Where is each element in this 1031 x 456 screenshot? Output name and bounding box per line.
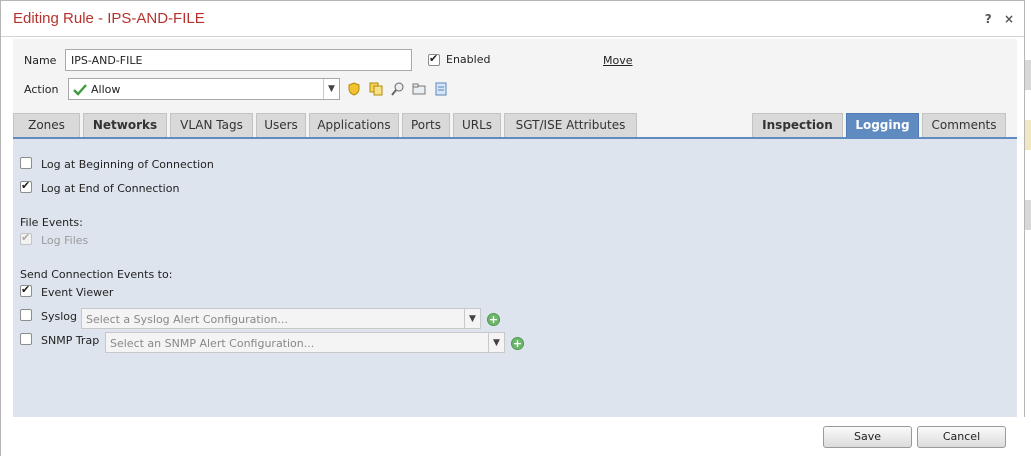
tab-users[interactable]: Users xyxy=(256,113,306,137)
titlebar-icons: ? × xyxy=(977,12,1014,26)
chevron-down-icon: ▼ xyxy=(323,79,339,99)
tab-comments[interactable]: Comments xyxy=(922,113,1006,137)
action-select[interactable]: Allow ▼ xyxy=(68,78,340,100)
action-icon-group xyxy=(347,81,452,96)
chevron-down-icon: ▼ xyxy=(488,333,504,352)
move-link[interactable]: Move xyxy=(603,54,633,67)
file-events-heading: File Events: xyxy=(20,216,83,229)
tab-inspection[interactable]: Inspection xyxy=(752,113,843,137)
dialog-titlebar: Editing Rule - IPS-AND-FILE ? × xyxy=(1,1,1024,37)
chevron-down-icon: ▼ xyxy=(464,309,480,328)
check-icon xyxy=(73,84,87,96)
log-files-label: Log Files xyxy=(41,234,89,247)
snmp-checkbox[interactable] xyxy=(20,333,32,345)
tab-urls[interactable]: URLs xyxy=(453,113,501,137)
log-begin-label: Log at Beginning of Connection xyxy=(41,158,214,171)
tab-ports[interactable]: Ports xyxy=(402,113,450,137)
tab-networks[interactable]: Networks xyxy=(83,113,167,137)
add-syslog-icon[interactable]: + xyxy=(487,313,500,326)
action-label: Action xyxy=(24,83,59,96)
syslog-label: Syslog xyxy=(41,310,77,323)
event-viewer-checkbox[interactable] xyxy=(20,283,32,297)
dialog-footer: Save Cancel xyxy=(1,417,1026,456)
close-icon[interactable]: × xyxy=(1004,12,1014,26)
cancel-button[interactable]: Cancel xyxy=(917,426,1006,448)
name-input[interactable] xyxy=(65,49,412,71)
name-label: Name xyxy=(24,54,57,67)
log-files-checkbox[interactable] xyxy=(20,231,32,245)
save-button[interactable]: Save xyxy=(823,426,912,448)
logging-panel: Log at Beginning of Connection Log at En… xyxy=(13,137,1017,417)
action-value: Allow xyxy=(91,83,121,96)
enabled-checkbox[interactable] xyxy=(428,52,440,66)
log-end-label: Log at End of Connection xyxy=(41,182,180,195)
folder-icon[interactable] xyxy=(412,82,426,96)
enabled-label: Enabled xyxy=(446,53,491,66)
dialog-title: Editing Rule - IPS-AND-FILE xyxy=(13,10,205,27)
snmp-label: SNMP Trap xyxy=(41,334,100,347)
search-icon[interactable] xyxy=(390,82,405,96)
log-begin-checkbox[interactable] xyxy=(20,157,32,169)
syslog-select[interactable]: Select a Syslog Alert Configuration... ▼ xyxy=(81,308,481,329)
tab-sgt-ise-attributes[interactable]: SGT/ISE Attributes xyxy=(504,113,637,137)
copy-icon[interactable] xyxy=(369,82,383,96)
edit-rule-dialog: Editing Rule - IPS-AND-FILE ? × Name Ena… xyxy=(0,0,1026,456)
tab-logging[interactable]: Logging xyxy=(846,113,919,137)
tab-zones[interactable]: Zones xyxy=(13,113,80,137)
tab-applications[interactable]: Applications xyxy=(309,113,399,137)
rule-tabs: Zones Networks VLAN Tags Users Applicati… xyxy=(13,113,1017,138)
snmp-placeholder: Select an SNMP Alert Configuration... xyxy=(110,337,315,350)
shield-icon[interactable] xyxy=(347,81,361,96)
tab-vlan-tags[interactable]: VLAN Tags xyxy=(170,113,253,137)
syslog-checkbox[interactable] xyxy=(20,309,32,321)
note-icon[interactable] xyxy=(434,82,448,96)
syslog-placeholder: Select a Syslog Alert Configuration... xyxy=(86,313,288,326)
event-viewer-label: Event Viewer xyxy=(41,286,114,299)
log-end-checkbox[interactable] xyxy=(20,179,32,193)
send-events-heading: Send Connection Events to: xyxy=(20,268,173,281)
add-snmp-icon[interactable]: + xyxy=(511,337,524,350)
snmp-select[interactable]: Select an SNMP Alert Configuration... ▼ xyxy=(105,332,505,353)
help-icon[interactable]: ? xyxy=(985,12,992,26)
